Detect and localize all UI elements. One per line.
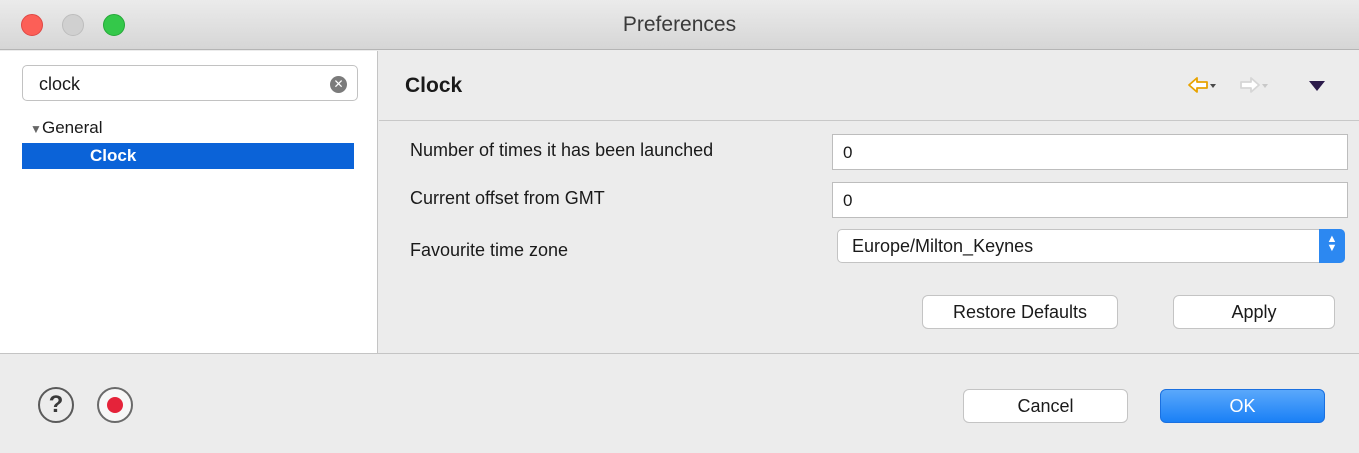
page-header: Clock — [379, 51, 1359, 121]
tree-item-clock[interactable]: Clock — [22, 143, 354, 169]
restore-defaults-button[interactable]: Restore Defaults — [922, 295, 1118, 329]
apply-button[interactable]: Apply — [1173, 295, 1335, 329]
help-icon[interactable]: ? — [38, 387, 74, 423]
time-zone-value: Europe/Milton_Keynes — [852, 236, 1034, 256]
expand-triangle-icon[interactable]: ▼ — [30, 122, 42, 136]
launch-count-input[interactable] — [843, 141, 1333, 165]
cancel-button[interactable]: Cancel — [963, 389, 1128, 423]
ok-button[interactable]: OK — [1160, 389, 1325, 423]
gmt-offset-label: Current offset from GMT — [410, 188, 605, 208]
clear-filter-icon[interactable]: ✕ — [330, 76, 347, 93]
back-arrow-icon[interactable] — [1187, 74, 1217, 98]
launch-count-field[interactable] — [832, 134, 1348, 170]
record-dot — [107, 397, 123, 413]
button-bar: ? Cancel OK — [0, 353, 1359, 453]
launch-count-label: Number of times it has been launched — [410, 140, 714, 160]
title-bar[interactable]: Preferences — [0, 0, 1359, 50]
tree-item-label: General — [42, 118, 103, 137]
view-menu-icon[interactable] — [1309, 81, 1325, 91]
preferences-window: Preferences ✕ ▼General Clock Clock Numbe… — [0, 0, 1359, 453]
select-stepper-icon[interactable]: ▲ ▼ — [1319, 229, 1345, 263]
filter-input[interactable] — [39, 71, 319, 97]
gmt-offset-input[interactable] — [843, 189, 1333, 213]
preference-tree-pane: ✕ ▼General Clock — [0, 51, 378, 353]
gmt-offset-field[interactable] — [832, 182, 1348, 218]
page-title: Clock — [405, 74, 463, 97]
record-icon[interactable] — [97, 387, 133, 423]
filter-field[interactable]: ✕ — [22, 65, 358, 101]
preference-page: Clock Number of times it has been launch… — [379, 51, 1359, 353]
time-zone-label: Favourite time zone — [410, 240, 569, 260]
tree-item-general[interactable]: ▼General — [30, 118, 102, 138]
window-title: Preferences — [622, 13, 737, 36]
forward-arrow-icon[interactable] — [1239, 74, 1269, 98]
time-zone-select[interactable]: Europe/Milton_Keynes ▲ ▼ — [837, 229, 1345, 263]
